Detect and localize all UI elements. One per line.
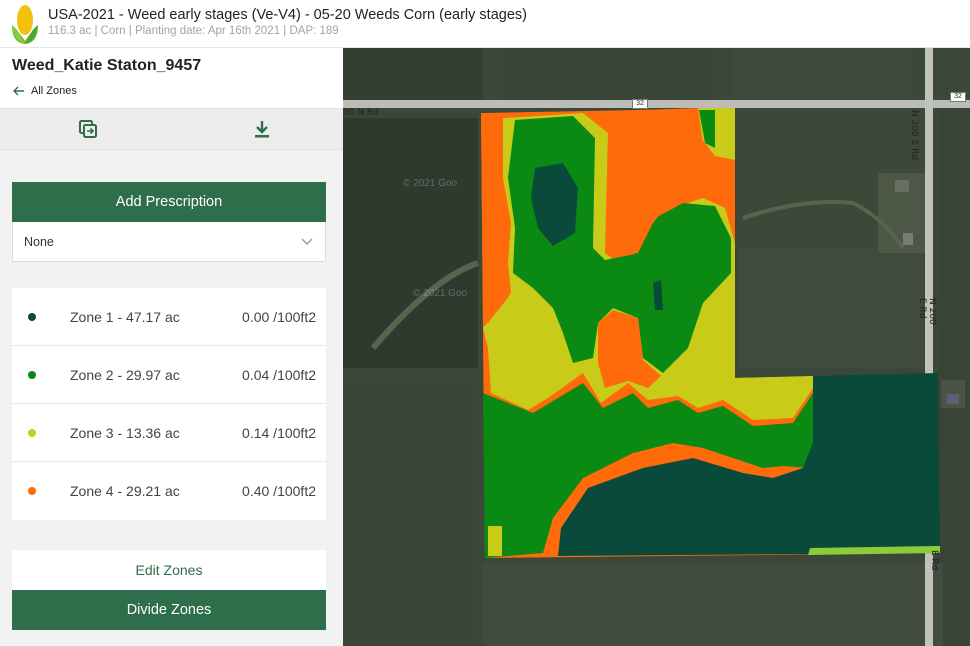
zone-list: Zone 1 - 47.17 ac 0.00 /100ft2 Zone 2 - …	[12, 288, 326, 520]
list-item[interactable]: Zone 3 - 13.36 ac 0.14 /100ft2	[12, 404, 326, 462]
swap-icon[interactable]	[77, 118, 99, 140]
prescription-select-value: None	[24, 234, 54, 249]
sidebar-toolbar	[0, 108, 343, 150]
road-label: N 200 E Rd	[917, 298, 937, 325]
list-item[interactable]: Zone 2 - 29.97 ac 0.04 /100ft2	[12, 346, 326, 404]
road-label: E Rd	[929, 550, 939, 571]
add-prescription-button[interactable]: Add Prescription	[12, 182, 326, 222]
zone-rate: 0.00 /100ft2	[242, 309, 316, 325]
sidebar-header: Weed_Katie Staton_9457 All Zones	[0, 48, 343, 108]
zone-label: Zone 4 - 29.21 ac	[70, 483, 180, 499]
prescription-select[interactable]: None	[12, 222, 326, 262]
road-label: 00 N Rd	[343, 108, 379, 118]
satellite-map[interactable]: 00 N Rd N 200 E Rd N 200 E Rd E Rd 32 32…	[343, 48, 970, 646]
chevron-down-icon	[301, 238, 313, 245]
arrow-left-icon	[13, 86, 24, 96]
zone-color-dot	[28, 313, 36, 321]
all-zones-link[interactable]: All Zones	[13, 85, 77, 97]
road-label: N 200 E Rd	[909, 110, 919, 161]
all-zones-label: All Zones	[31, 85, 77, 97]
map-watermark: © 2021 Goo	[403, 178, 458, 189]
edit-zones-button[interactable]: Edit Zones	[12, 550, 326, 590]
map-watermark: © 2021 Goo	[413, 288, 468, 299]
zone-rate: 0.14 /100ft2	[242, 425, 316, 441]
zone-color-dot	[28, 429, 36, 437]
top-bar: USA-2021 - Weed early stages (Ve-V4) - 0…	[0, 0, 970, 48]
zone-label: Zone 3 - 13.36 ac	[70, 425, 180, 441]
list-item[interactable]: Zone 1 - 47.17 ac 0.00 /100ft2	[12, 288, 326, 346]
list-item[interactable]: Zone 4 - 29.21 ac 0.40 /100ft2	[12, 462, 326, 520]
zone-color-dot	[28, 371, 36, 379]
page-title: USA-2021 - Weed early stages (Ve-V4) - 0…	[48, 7, 527, 23]
download-icon[interactable]	[251, 118, 273, 140]
divide-zones-button[interactable]: Divide Zones	[12, 590, 326, 630]
zone-rate: 0.04 /100ft2	[242, 367, 316, 383]
zone-map-name: Weed_Katie Staton_9457	[12, 57, 202, 74]
map-canvas[interactable]	[343, 48, 970, 646]
corn-logo-icon	[12, 5, 38, 44]
zone-label: Zone 1 - 47.17 ac	[70, 309, 180, 325]
field-summary: 116.3 ac | Corn | Planting date: Apr 16t…	[48, 25, 339, 37]
route-shield: 32	[950, 92, 966, 102]
zone-label: Zone 2 - 29.97 ac	[70, 367, 180, 383]
route-shield: 32	[632, 99, 648, 109]
sidebar: Weed_Katie Staton_9457 All Zones Add Pre…	[0, 48, 343, 646]
zone-rate: 0.40 /100ft2	[242, 483, 316, 499]
zone-color-dot	[28, 487, 36, 495]
